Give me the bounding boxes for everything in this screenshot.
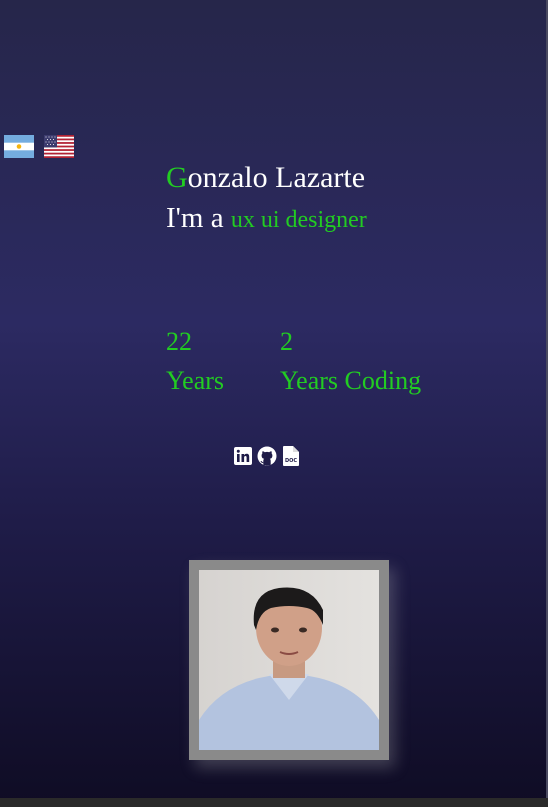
stat-years-value: 22 <box>166 327 192 356</box>
hero-role: I'm a ux ui designer <box>166 200 367 238</box>
linkedin-icon <box>234 447 252 465</box>
hero-role-title: ux ui designer <box>230 207 367 233</box>
linkedin-link[interactable] <box>233 445 253 467</box>
stat-coding-label: Years Coding <box>280 366 422 395</box>
stat-years-label: Years <box>166 366 225 395</box>
usa-flag-icon[interactable] <box>44 135 74 158</box>
profile-photo-frame <box>189 560 389 760</box>
github-icon <box>257 446 277 466</box>
stat-coding-value: 2 <box>280 327 293 356</box>
github-link[interactable] <box>257 445 277 467</box>
bottom-bar <box>0 798 548 807</box>
argentina-flag-icon[interactable] <box>4 135 34 158</box>
language-selector <box>4 135 74 158</box>
profile-portrait-image <box>199 570 379 750</box>
portfolio-page: Gonzalo Lazarte I'm a ux ui designer 22 … <box>0 0 548 807</box>
document-icon: DOC <box>283 446 299 466</box>
document-icon-label: DOC <box>285 458 297 464</box>
hero-name-rest: onzalo Lazarte <box>187 161 366 194</box>
hero-name: Gonzalo Lazarte <box>166 160 365 196</box>
social-links: DOC <box>233 445 301 467</box>
hero-name-initial: G <box>166 161 188 194</box>
profile-photo <box>199 570 379 750</box>
hero-role-prefix: I'm a <box>166 202 231 234</box>
cv-link[interactable]: DOC <box>281 445 301 467</box>
